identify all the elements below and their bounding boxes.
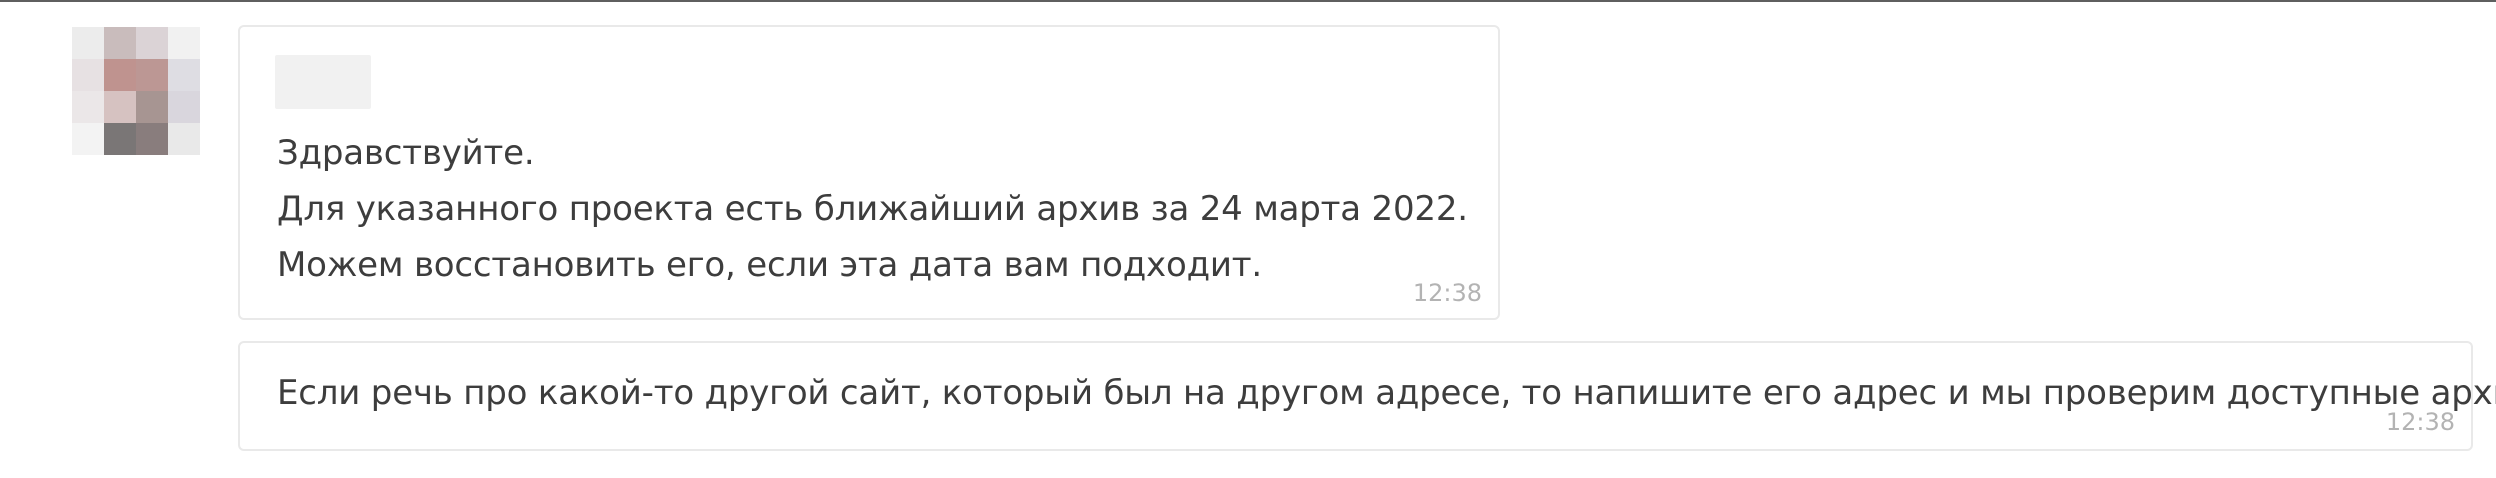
message-bubble: Если речь про какой-то другой сайт, кото…: [238, 341, 2496, 451]
message-timestamp: 12:38: [2385, 408, 2455, 436]
message-text-line: Для указанного проекта есть ближайший ар…: [277, 189, 1468, 229]
message-timestamp: 12:38: [1412, 279, 1482, 307]
message-text-line: Можем восстановить его, если эта дата ва…: [277, 245, 1262, 285]
message-bubble: Здравствуйте. Для указанного проекта ест…: [238, 25, 1500, 320]
message-text-line: Если речь про какой-то другой сайт, кото…: [277, 373, 2496, 413]
sender-name-placeholder: [275, 55, 371, 109]
top-divider: [0, 0, 2496, 2]
message-text-line: Здравствуйте.: [277, 133, 535, 173]
avatar[interactable]: [72, 27, 200, 155]
